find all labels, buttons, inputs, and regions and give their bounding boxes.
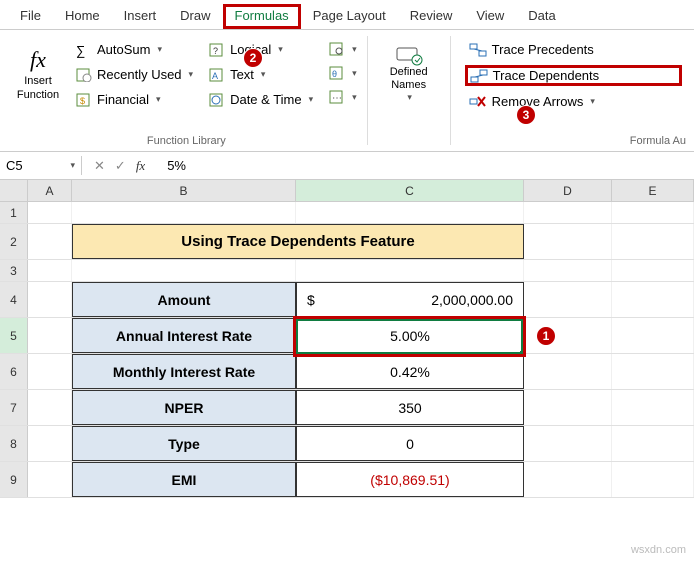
ribbon: fx Insert Function ∑ AutoSum▾ Recently U… <box>0 30 694 152</box>
financial-button[interactable]: $ Financial▾ <box>72 90 197 109</box>
callout-badge-1: 1 <box>536 326 556 346</box>
value-nper[interactable]: 350 <box>296 390 524 425</box>
recent-icon <box>76 68 92 82</box>
chevron-down-icon: ▾ <box>352 92 357 103</box>
label-amount[interactable]: Amount <box>72 282 296 317</box>
title-cell[interactable]: Using Trace Dependents Feature <box>72 224 524 259</box>
chevron-down-icon: ▾ <box>261 69 266 80</box>
fx-icon: fx <box>30 47 46 73</box>
defined-names-button[interactable]: Defined Names ▾ <box>378 36 440 111</box>
insert-function-button[interactable]: fx Insert Function <box>8 36 68 113</box>
col-header-B[interactable]: B <box>72 180 296 201</box>
recently-used-button[interactable]: Recently Used▾ <box>72 65 197 84</box>
row-header-7[interactable]: 7 <box>0 390 28 425</box>
value-monthly-rate[interactable]: 0.42% <box>296 354 524 389</box>
tab-review[interactable]: Review <box>398 4 465 29</box>
date-time-button[interactable]: Date & Time▾ <box>205 90 317 109</box>
chevron-down-icon: ▾ <box>590 96 595 107</box>
remove-arrows-icon <box>469 95 487 109</box>
label-type[interactable]: Type <box>72 426 296 461</box>
tab-draw[interactable]: Draw <box>168 4 222 29</box>
row-header-9[interactable]: 9 <box>0 462 28 497</box>
svg-text:θ: θ <box>332 69 337 79</box>
more-icon: ⋯ <box>329 90 345 104</box>
row-header-5[interactable]: 5 <box>0 318 28 353</box>
col-header-A[interactable]: A <box>28 180 72 201</box>
chevron-down-icon: ▾ <box>309 94 314 105</box>
tab-file[interactable]: File <box>8 4 53 29</box>
trace-dependents-button[interactable]: Trace Dependents <box>465 65 682 86</box>
column-headers: A B C D E <box>0 180 694 202</box>
name-box[interactable]: C5 ▾ <box>0 156 82 175</box>
trace-dependents-icon <box>470 69 488 83</box>
col-header-E[interactable]: E <box>612 180 694 201</box>
value-emi[interactable]: ($10,869.51) <box>296 462 524 497</box>
svg-text:A: A <box>212 71 218 81</box>
theta-icon: θ <box>329 66 345 80</box>
label-nper[interactable]: NPER <box>72 390 296 425</box>
lookup-icon <box>329 42 345 56</box>
chevron-down-icon: ▾ <box>156 94 161 105</box>
tab-data[interactable]: Data <box>516 4 567 29</box>
svg-text:$: $ <box>80 96 85 106</box>
value-type[interactable]: 0 <box>296 426 524 461</box>
text-button[interactable]: A Text▾ <box>205 65 317 84</box>
lookup-button[interactable]: ▾ <box>325 40 361 58</box>
select-all-corner[interactable] <box>0 180 28 201</box>
col-header-D[interactable]: D <box>524 180 612 201</box>
math-trig-button[interactable]: θ ▾ <box>325 64 361 82</box>
row-header-3[interactable]: 3 <box>0 260 28 281</box>
col-header-C[interactable]: C <box>296 180 524 201</box>
tab-insert[interactable]: Insert <box>112 4 169 29</box>
clock-icon <box>209 93 225 107</box>
trace-precedents-button[interactable]: Trace Precedents <box>465 40 682 59</box>
label-emi[interactable]: EMI <box>72 462 296 497</box>
chevron-down-icon: ▾ <box>407 92 412 103</box>
tab-home[interactable]: Home <box>53 4 112 29</box>
fx-icon[interactable]: fx <box>136 158 145 174</box>
watermark: wsxdn.com <box>631 544 686 556</box>
remove-arrows-button[interactable]: Remove Arrows▾ <box>465 92 682 111</box>
row-header-6[interactable]: 6 <box>0 354 28 389</box>
text-icon: A <box>209 68 225 82</box>
tab-formulas[interactable]: Formulas <box>223 4 301 29</box>
row-header-1[interactable]: 1 <box>0 202 28 223</box>
sigma-icon: ∑ <box>76 43 92 57</box>
fill-handle[interactable] <box>520 351 526 357</box>
label-annual-rate[interactable]: Annual Interest Rate <box>72 318 296 353</box>
label-monthly-rate[interactable]: Monthly Interest Rate <box>72 354 296 389</box>
chevron-down-icon: ▾ <box>278 44 283 55</box>
logical-icon: ? <box>209 43 225 57</box>
value-annual-rate[interactable]: 5.00% <box>296 318 524 353</box>
chevron-down-icon: ▾ <box>189 69 194 80</box>
value-amount[interactable]: $2,000,000.00 <box>296 282 524 317</box>
cancel-icon[interactable]: ✕ <box>94 158 105 174</box>
callout-badge-2: 2 <box>243 48 263 68</box>
more-functions-button[interactable]: ⋯ ▾ <box>325 88 361 106</box>
trace-precedents-icon <box>469 43 487 57</box>
chevron-down-icon: ▾ <box>352 68 357 79</box>
ribbon-tabs: File Home Insert Draw Formulas Page Layo… <box>0 0 694 30</box>
chevron-down-icon: ▾ <box>70 160 75 171</box>
function-library-label: Function Library <box>8 133 365 149</box>
confirm-icon[interactable]: ✓ <box>115 158 126 174</box>
callout-badge-3: 3 <box>516 105 536 125</box>
tab-view[interactable]: View <box>464 4 516 29</box>
row-header-8[interactable]: 8 <box>0 426 28 461</box>
grid: 1 2 Using Trace Dependents Feature 3 4 A… <box>0 202 694 498</box>
formula-input[interactable]: 5% <box>157 158 196 173</box>
chevron-down-icon: ▾ <box>352 44 357 55</box>
formula-bar: C5 ▾ ✕ ✓ fx 5% <box>0 152 694 180</box>
svg-text:?: ? <box>213 46 218 56</box>
row-header-4[interactable]: 4 <box>0 282 28 317</box>
svg-text:⋯: ⋯ <box>332 93 342 104</box>
autosum-button[interactable]: ∑ AutoSum▾ <box>72 40 197 59</box>
chevron-down-icon: ▾ <box>157 44 162 55</box>
row-header-2[interactable]: 2 <box>0 224 28 259</box>
financial-icon: $ <box>76 93 92 107</box>
tab-page-layout[interactable]: Page Layout <box>301 4 398 29</box>
name-tag-icon <box>395 44 423 66</box>
formula-auditing-label: Formula Au <box>461 133 686 149</box>
